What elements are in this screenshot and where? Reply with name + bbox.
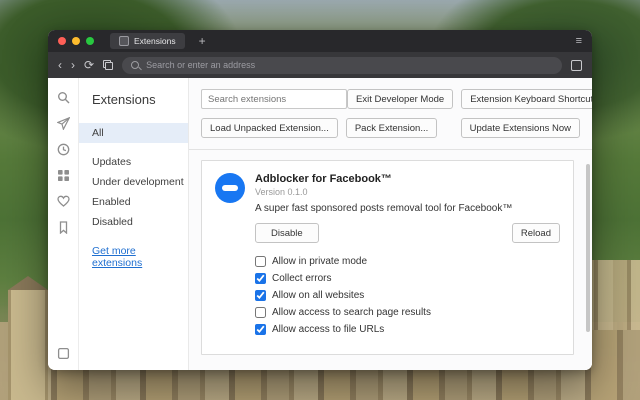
extension-logo-icon	[215, 173, 245, 203]
history-clock-icon[interactable]	[57, 143, 70, 156]
address-bar[interactable]: Search or enter an address	[122, 56, 562, 74]
back-icon[interactable]: ‹	[58, 59, 62, 71]
exit-developer-mode-button[interactable]: Exit Developer Mode	[347, 89, 454, 109]
option-allow-private-mode: Allow in private mode	[255, 256, 560, 267]
allow-file-urls-checkbox[interactable]	[255, 324, 266, 335]
reload-icon[interactable]: ⟳	[84, 59, 94, 71]
extensions-tab-favicon-icon	[119, 36, 129, 46]
scrollbar-thumb[interactable]	[586, 164, 590, 332]
rail-search-icon[interactable]	[57, 91, 70, 104]
option-allow-all-websites: Allow on all websites	[255, 290, 560, 301]
reload-button[interactable]: Reload	[511, 223, 560, 243]
extension-card: Adblocker for Facebook™ Version 0.1.0 A …	[201, 160, 574, 355]
allow-all-websites-checkbox[interactable]	[255, 290, 266, 301]
option-label: Allow in private mode	[272, 256, 368, 267]
tab-tiles-icon[interactable]	[103, 60, 114, 70]
window-content: Extensions All Updates Under development…	[48, 78, 592, 370]
extension-logo-glasses	[222, 185, 238, 191]
sidebar-item-updates[interactable]: Updates	[79, 152, 188, 172]
extension-name: Adblocker for Facebook™	[255, 173, 392, 185]
forward-icon[interactable]: ›	[71, 59, 75, 71]
option-label: Allow access to search page results	[272, 307, 431, 318]
tab-extensions[interactable]: Extensions	[110, 33, 185, 49]
option-allow-file-urls: Allow access to file URLs	[255, 324, 560, 335]
minimize-window-button[interactable]	[72, 37, 80, 45]
pack-extension-button[interactable]: Pack Extension...	[345, 118, 438, 138]
titlebar: Extensions + ≡	[48, 30, 592, 52]
speed-dial-grid-icon[interactable]	[57, 169, 70, 182]
option-label: Allow on all websites	[272, 290, 365, 301]
extension-options: Allow in private mode Collect errors All…	[255, 256, 560, 335]
allow-search-page-results-checkbox[interactable]	[255, 307, 266, 318]
option-collect-errors: Collect errors	[255, 273, 560, 284]
extension-keyboard-shortcuts-button[interactable]: Extension Keyboard Shortcuts	[461, 89, 592, 109]
easy-setup-icon[interactable]	[571, 59, 582, 71]
main-scrollbar[interactable]	[586, 164, 590, 364]
sidebar-item-under-development[interactable]: Under development	[79, 172, 188, 192]
load-unpacked-extension-button[interactable]: Load Unpacked Extension...	[201, 118, 338, 138]
extension-version: Version 0.1.0	[255, 187, 308, 197]
main-divider	[189, 149, 592, 150]
option-label: Collect errors	[272, 273, 332, 284]
sidebar-item-enabled[interactable]: Enabled	[79, 192, 188, 212]
collect-errors-checkbox[interactable]	[255, 273, 266, 284]
update-extensions-now-button[interactable]: Update Extensions Now	[460, 118, 580, 138]
disable-button[interactable]: Disable	[255, 223, 319, 243]
option-allow-search-page-results: Allow access to search page results	[255, 307, 560, 318]
menu-icon[interactable]: ≡	[576, 35, 582, 47]
extensions-sidebar: Extensions All Updates Under development…	[79, 78, 189, 370]
allow-private-mode-checkbox[interactable]	[255, 256, 266, 267]
get-more-extensions-link[interactable]: Get more extensions	[79, 241, 188, 273]
address-placeholder: Search or enter an address	[146, 60, 256, 70]
zoom-window-button[interactable]	[86, 37, 94, 45]
sidebar-rail	[48, 78, 79, 370]
browser-window: Extensions + ≡ ‹ › ⟳ Search or enter an …	[48, 30, 592, 370]
bookmark-icon[interactable]	[57, 221, 70, 234]
messenger-plane-icon[interactable]	[56, 117, 70, 130]
wallpaper-tower	[8, 276, 48, 400]
search-extensions-input[interactable]	[201, 89, 347, 109]
new-tab-button[interactable]: +	[199, 35, 206, 47]
search-icon	[131, 61, 140, 69]
sidebar-item-disabled[interactable]: Disabled	[79, 212, 188, 232]
extension-description: A super fast sponsored posts removal too…	[255, 203, 513, 214]
rail-settings-icon[interactable]	[57, 347, 70, 360]
sidebar-title: Extensions	[92, 92, 156, 107]
navigation-toolbar: ‹ › ⟳ Search or enter an address	[48, 52, 592, 78]
tab-title: Extensions	[134, 36, 176, 46]
heart-icon[interactable]	[56, 195, 70, 208]
sidebar-item-all[interactable]: All	[79, 123, 188, 143]
option-label: Allow access to file URLs	[272, 324, 385, 335]
extensions-main: Exit Developer Mode Extension Keyboard S…	[189, 78, 592, 370]
close-window-button[interactable]	[58, 37, 66, 45]
